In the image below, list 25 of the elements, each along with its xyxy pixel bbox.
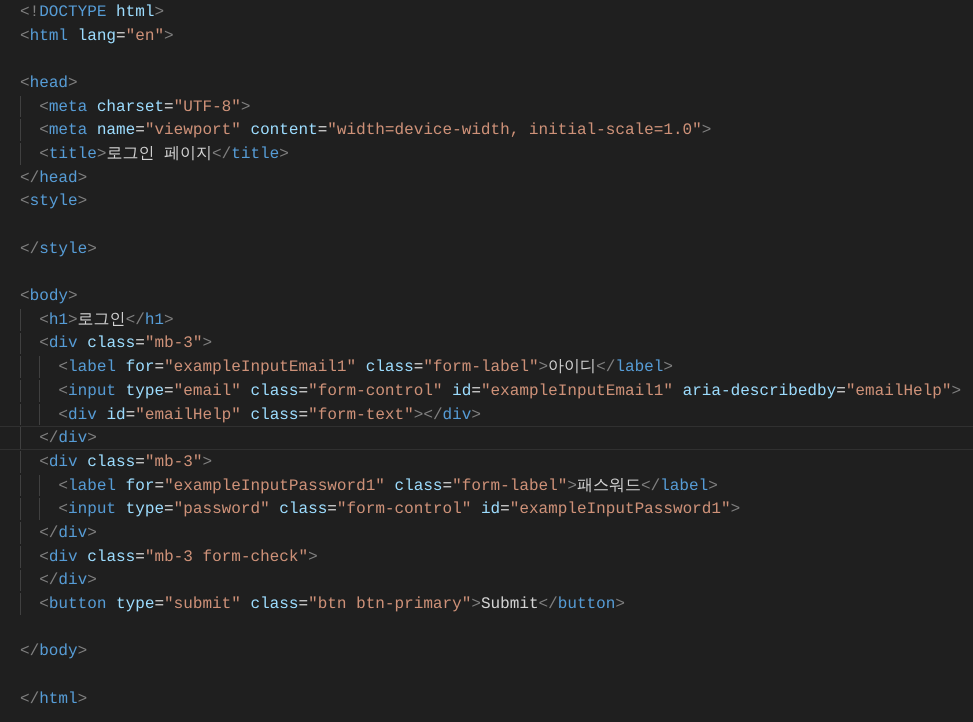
code-line: <head> bbox=[20, 72, 78, 94]
code-line: <h1>로그인</h1> bbox=[38, 310, 174, 331]
code-line: <div id="emailHelp" class="form-text"></div> bbox=[57, 404, 481, 426]
code-line: <label for="exampleInputEmail1" class="form-label">아이디</label> bbox=[57, 357, 673, 378]
code-line: <div class="mb-3"> bbox=[38, 452, 212, 473]
code-line: </div> bbox=[38, 522, 97, 544]
code-line: </head> bbox=[20, 168, 88, 189]
code-line: </html> bbox=[20, 688, 88, 710]
code-line: </div> bbox=[38, 570, 97, 592]
code-line: <div class="mb-3"> bbox=[38, 333, 212, 354]
code-line: <button type="submit" class="btn btn-primary">Submit</button> bbox=[38, 594, 625, 616]
code-line: <div class="mb-3 form-check"> bbox=[38, 546, 318, 568]
code-line: <meta charset="UTF-8"> bbox=[38, 96, 250, 118]
code-line: </style> bbox=[20, 238, 97, 260]
code-line: <label for="exampleInputPassword1" class="form-label">패스워드</label> bbox=[57, 476, 718, 497]
code-line: <body> bbox=[20, 286, 78, 308]
code-line: <title>로그인 페이지</title> bbox=[38, 144, 289, 165]
code-line: <input type="password" class="form-control" id="exampleInputPassword1"> bbox=[57, 499, 740, 520]
code-line: </div> bbox=[38, 428, 97, 450]
code-line: <!DOCTYPE html> bbox=[20, 2, 164, 23]
code-line: </body> bbox=[20, 641, 88, 662]
code-line: <style> bbox=[20, 191, 88, 212]
code-line: <input type="email" class="form-control" id="exampleInputEmail1" aria-describedby="emailHelp"> bbox=[57, 380, 962, 402]
code-line: <html lang="en"> bbox=[20, 26, 174, 47]
code-line: <meta name="viewport" content="width=device-width, initial-scale=1.0"> bbox=[38, 120, 712, 142]
